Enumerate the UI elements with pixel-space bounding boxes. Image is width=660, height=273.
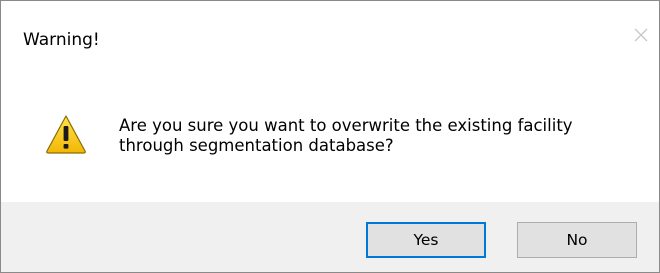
close-icon	[634, 28, 648, 42]
yes-button[interactable]: Yes	[366, 222, 486, 258]
close-button[interactable]	[629, 23, 653, 47]
message-line-2: through segmentation database?	[119, 136, 394, 155]
dialog-content: Are you sure you want to overwrite the e…	[1, 75, 659, 202]
no-button[interactable]: No	[517, 222, 637, 258]
title-bar: Warning!	[1, 1, 659, 75]
warning-dialog: Warning! Are you sure you want to overwr…	[0, 0, 660, 273]
warning-icon	[45, 113, 87, 155]
dialog-title: Warning!	[23, 30, 100, 50]
message-line-1: Are you sure you want to overwrite the e…	[119, 116, 573, 135]
button-bar: Yes No	[1, 202, 659, 272]
dialog-message: Are you sure you want to overwrite the e…	[119, 116, 639, 156]
